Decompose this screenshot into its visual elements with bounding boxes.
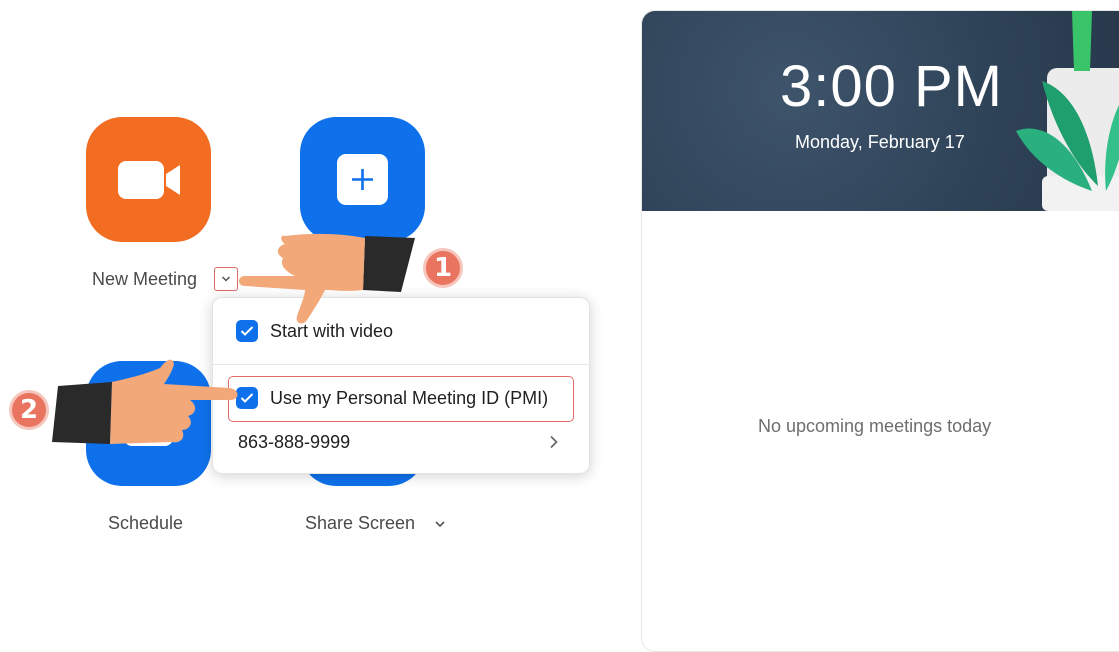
join-button[interactable]	[300, 117, 425, 242]
current-date: Monday, February 17	[795, 132, 965, 152]
chevron-down-icon	[221, 276, 231, 282]
pmi-row[interactable]: 863-888-9999	[213, 424, 589, 464]
menu-divider	[213, 364, 589, 365]
current-time: 3:00 PM	[780, 54, 1003, 119]
upcoming-meetings-panel: 3:00 PM Monday, February 17 No upcoming …	[641, 10, 1119, 652]
checkmark-icon	[240, 393, 254, 403]
new-meeting-button[interactable]	[86, 117, 211, 242]
step-1-badge: 1	[423, 248, 463, 288]
clock-banner: 3:00 PM Monday, February 17	[642, 11, 1119, 211]
plant-illustration	[1016, 11, 1119, 211]
use-pmi-label[interactable]: Use my Personal Meeting ID (PMI)	[270, 388, 548, 409]
new-meeting-label: New Meeting	[92, 269, 198, 289]
share-screen-label: Share Screen	[305, 513, 416, 533]
pointing-hand-icon	[239, 233, 415, 324]
step-1-number: 1	[433, 253, 453, 283]
schedule-label: Schedule	[108, 513, 184, 533]
plus-icon	[337, 154, 388, 205]
pointing-hand-icon	[52, 359, 238, 444]
pmi-number: 863-888-9999	[238, 432, 351, 452]
no-meetings-message: No upcoming meetings today	[758, 416, 992, 436]
step-2-number: 2	[19, 395, 39, 425]
chevron-right-icon	[550, 435, 558, 449]
step-2-badge: 2	[9, 390, 49, 430]
chevron-down-icon[interactable]	[434, 520, 446, 529]
video-camera-icon	[118, 161, 180, 199]
